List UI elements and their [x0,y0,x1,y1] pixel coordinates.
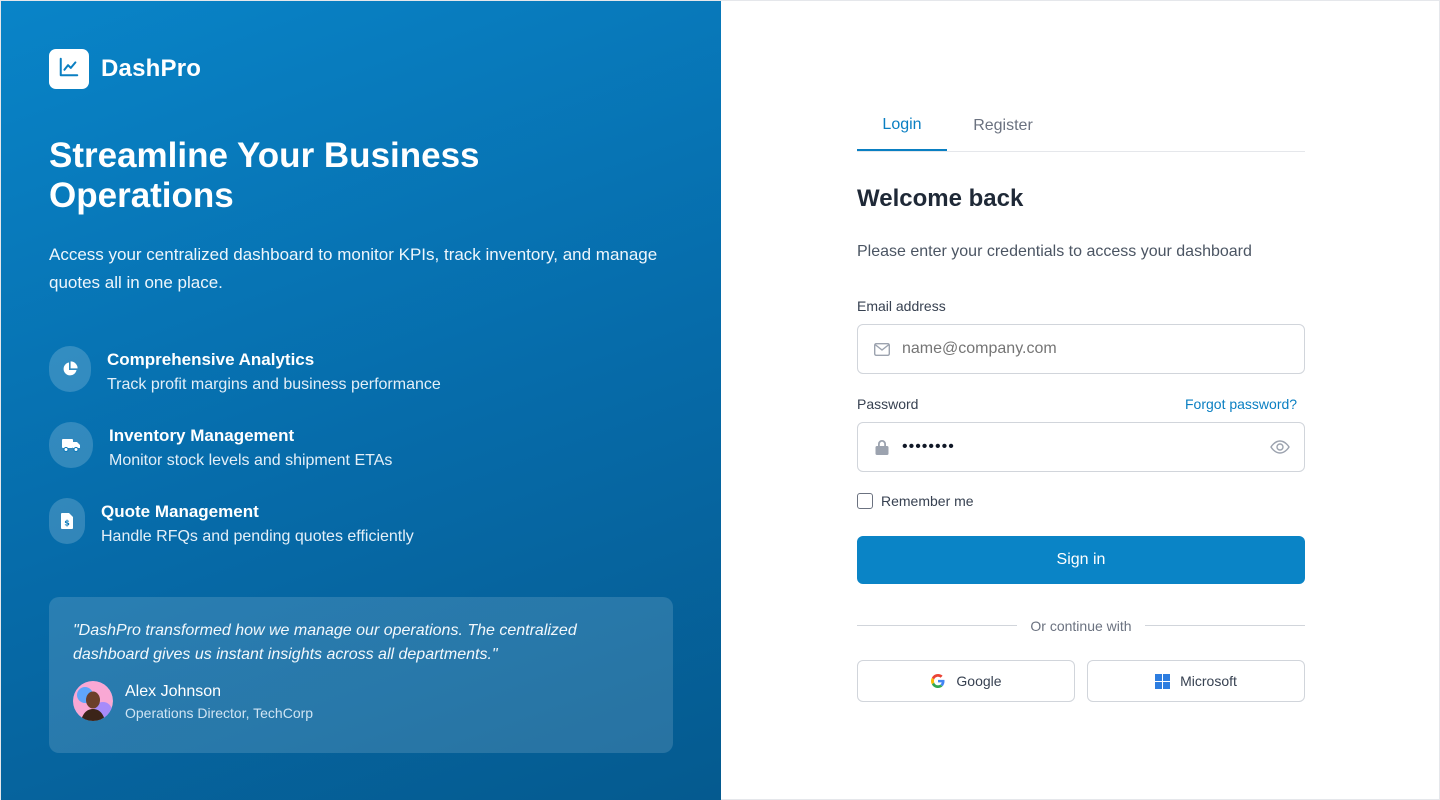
form-subheading: Please enter your credentials to access … [857,243,1252,260]
email-field[interactable] [857,324,1305,374]
pie-chart-icon [49,346,91,392]
lock-icon [874,439,890,455]
forgot-password-link[interactable]: Forgot password? [1185,396,1297,412]
marketing-panel: DashPro Streamline Your Business Operati… [1,1,721,800]
feature-description: Track profit margins and business perfor… [107,376,441,393]
remember-me[interactable]: Remember me [857,493,974,509]
hero-title: Streamline Your Business Operations [49,136,480,215]
testimonial-card: "DashPro transformed how we manage our o… [49,597,673,753]
google-label: Google [956,673,1002,689]
brand: DashPro [49,49,201,89]
google-button[interactable]: Google [857,660,1075,702]
form-heading: Welcome back [857,185,1024,212]
microsoft-label: Microsoft [1180,673,1237,689]
email-label: Email address [857,298,946,314]
password-input[interactable]: •••••••• [902,438,1270,456]
svg-text:$: $ [64,519,70,528]
email-input[interactable] [902,325,1304,373]
feature-inventory: Inventory Management Monitor stock level… [49,422,392,472]
avatar [73,681,113,721]
mail-icon [874,341,890,357]
testimonial-name: Alex Johnson [125,682,222,700]
testimonial-role: Operations Director, TechCorp [125,704,314,721]
invoice-dollar-icon: $ [49,498,85,544]
password-field[interactable]: •••••••• [857,422,1305,472]
divider: Or continue with [857,615,1305,635]
feature-description: Handle RFQs and pending quotes efficient… [101,528,414,545]
google-icon [930,673,946,689]
login-panel: Login Register Welcome back Please enter… [721,1,1439,799]
feature-analytics: Comprehensive Analytics Track profit mar… [49,346,441,396]
tab-register[interactable]: Register [959,100,1047,152]
testimonial-author: Alex Johnson Operations Director, TechCo… [73,681,649,721]
password-label: Password [857,396,919,412]
feature-quotes: $ Quote Management Handle RFQs and pendi… [49,498,414,548]
truck-icon [49,422,93,468]
feature-description: Monitor stock levels and shipment ETAs [109,452,393,469]
sign-in-button[interactable]: Sign in [857,536,1305,584]
feature-title: Comprehensive Analytics [107,350,315,369]
microsoft-button[interactable]: Microsoft [1087,660,1305,702]
remember-label: Remember me [881,493,974,509]
eye-icon[interactable] [1270,439,1290,455]
brand-name: DashPro [101,55,202,82]
testimonial-quote: "DashPro transformed how we manage our o… [73,622,577,663]
tab-login[interactable]: Login [857,100,947,151]
feature-title: Quote Management [101,502,259,521]
windows-icon [1155,673,1171,689]
remember-checkbox[interactable] [857,493,873,509]
auth-tabs: Login Register [857,100,1305,152]
brand-logo [49,49,89,89]
line-chart-icon [58,56,80,83]
hero-subtitle: Access your centralized dashboard to mon… [49,245,658,292]
divider-text: Or continue with [1030,618,1132,634]
feature-title: Inventory Management [109,426,295,445]
